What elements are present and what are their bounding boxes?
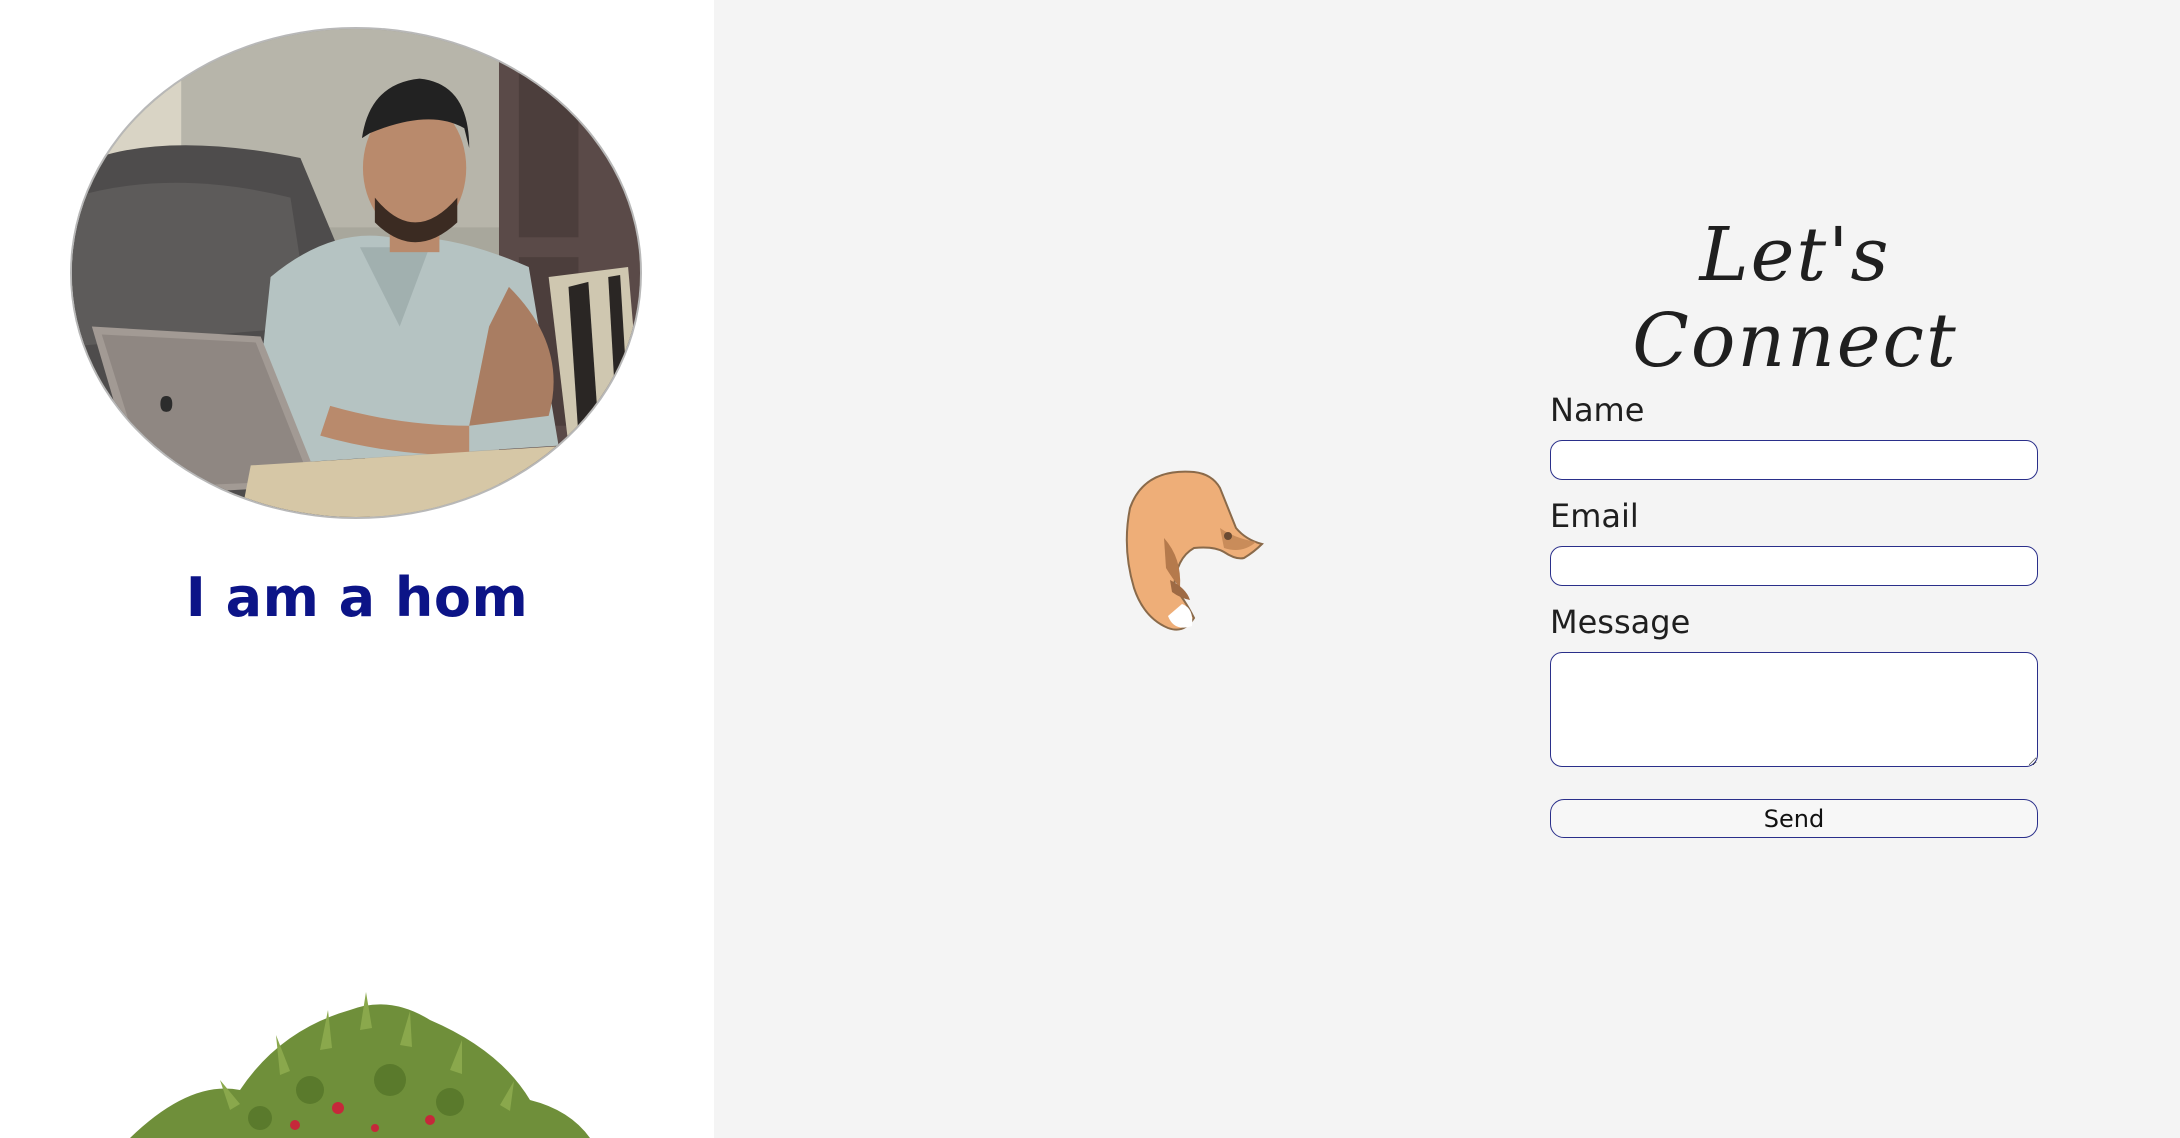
send-button[interactable]: Send — [1550, 799, 2038, 838]
profile-photo — [70, 27, 642, 519]
message-label: Message — [1550, 603, 1691, 641]
person-with-laptop-icon — [72, 29, 640, 517]
contact-form: Name Email Message Send — [1550, 388, 2038, 838]
hero-tagline: I am a hom — [185, 566, 529, 629]
contact-heading: Let's Connect — [1632, 212, 1958, 384]
apple-tree-icon — [130, 990, 590, 1138]
name-label: Name — [1550, 391, 1645, 429]
email-label: Email — [1550, 497, 1639, 535]
name-field[interactable] — [1550, 440, 2038, 480]
fox-icon — [1124, 468, 1266, 634]
profile-panel: I am a hom — [0, 0, 714, 1138]
email-field[interactable] — [1550, 546, 2038, 586]
page: I am a hom Let's Connect Name Email Mess… — [0, 0, 2180, 1138]
message-field[interactable] — [1550, 652, 2038, 767]
